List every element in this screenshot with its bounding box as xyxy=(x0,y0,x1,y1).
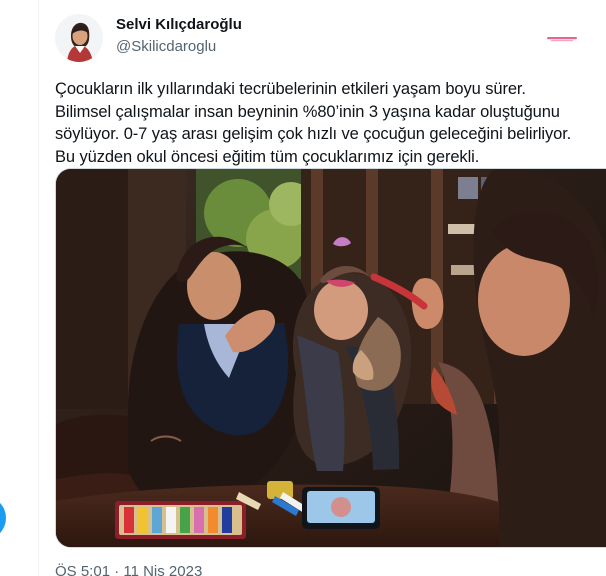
tweet-page: Selvi Kılıçdaroğlu @Skilicdaroglu Çocukl… xyxy=(0,0,606,576)
photo-icon xyxy=(56,169,606,547)
author-name[interactable]: Selvi Kılıçdaroğlu xyxy=(116,16,242,33)
watermark-logo xyxy=(547,31,577,42)
tweet-text: Çocukların ilk yıllarındaki tecrübelerin… xyxy=(55,80,572,166)
tweet-photo[interactable] xyxy=(55,168,606,548)
avatar-icon xyxy=(55,14,103,62)
left-sidebar xyxy=(0,0,39,576)
tweet-card[interactable]: Selvi Kılıçdaroğlu @Skilicdaroglu Çocukl… xyxy=(39,0,606,576)
author-handle[interactable]: @Skilicdaroglu xyxy=(116,38,216,55)
author-avatar[interactable] xyxy=(55,14,103,62)
compose-button[interactable] xyxy=(0,496,6,540)
tweet-timestamp[interactable]: ÖS 5:01 · 11 Nis 2023 xyxy=(55,563,202,576)
